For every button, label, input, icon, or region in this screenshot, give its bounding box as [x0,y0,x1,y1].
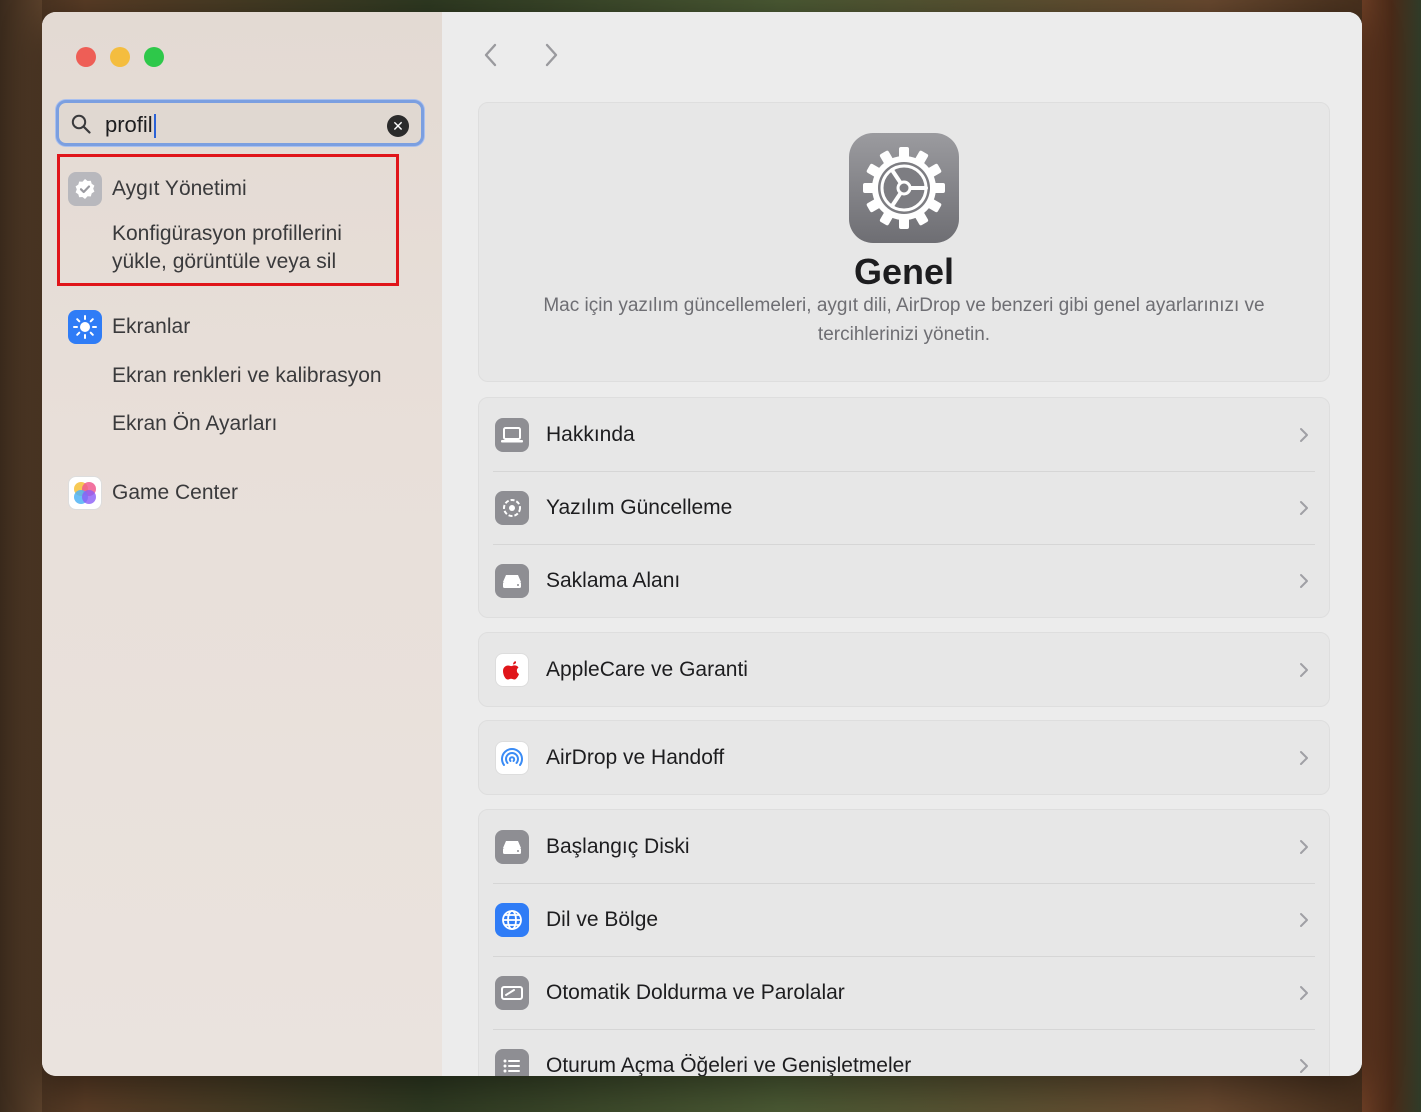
row-airdrop[interactable]: AirDrop ve Handoff [479,721,1329,794]
sidebar-item-displays[interactable]: Ekranlar [68,310,190,344]
back-chevron-icon[interactable] [476,40,506,70]
row-label: AirDrop ve Handoff [546,745,725,769]
page-description: Mac için yazılım güncellemeleri, aygıt d… [489,291,1319,349]
forward-chevron-icon[interactable] [536,40,566,70]
chevron-right-icon [1300,912,1308,927]
description-line: tercihlerinizi yönetin. [817,324,991,345]
row-label: Hakkında [546,422,635,446]
settings-window: profil ✕ Aygıt Yönetimi Konfigürasyon pr… [42,12,1362,1076]
gear-icon [849,133,959,243]
sidebar: profil ✕ Aygıt Yönetimi Konfigürasyon pr… [42,12,443,1076]
chevron-right-icon [1300,500,1308,515]
sun-icon [68,310,102,344]
row-label: Otomatik Doldurma ve Parolalar [546,980,845,1004]
row-startup-disk[interactable]: Başlangıç Diski [479,810,1329,883]
chevron-right-icon [1300,573,1308,588]
settings-group: Hakkında Yazılım Güncelleme Saklama Alan… [478,397,1330,618]
row-language-region[interactable]: Dil ve Bölge [479,883,1329,956]
row-software-update[interactable]: Yazılım Güncelleme [479,471,1329,544]
chevron-right-icon [1300,985,1308,1000]
checkmark-badge-icon [68,172,102,206]
settings-group: Başlangıç Diski Dil ve Bölge Otomatik Do… [478,809,1330,1076]
row-label: Dil ve Bölge [546,907,659,931]
search-input[interactable]: profil [105,112,156,139]
search-icon [71,114,91,134]
row-about[interactable]: Hakkında [479,398,1329,471]
sidebar-subitem-label: yükle, görüntüle veya sil [112,250,337,273]
chevron-right-icon [1300,839,1308,854]
row-label: Saklama Alanı [546,568,681,592]
game-center-icon [68,476,102,510]
zoom-window-button[interactable] [144,47,164,67]
background-tree [1362,0,1421,1112]
row-storage[interactable]: Saklama Alanı [479,544,1329,617]
chevron-right-icon [1300,1058,1308,1073]
row-label: Yazılım Güncelleme [546,495,733,519]
sidebar-subitem-color-calibration[interactable]: Ekran renkleri ve kalibrasyon [112,362,382,390]
drive-icon [495,829,529,864]
row-label: AppleCare ve Garanti [546,657,748,681]
gear-update-icon [495,490,529,525]
chevron-right-icon [1300,750,1308,765]
sidebar-subitem-profiles[interactable]: Konfigürasyon profillerini yükle, görünt… [112,220,342,276]
row-label: Oturum Açma Öğeleri ve Genişletmeler [546,1053,912,1077]
laptop-icon [495,417,529,452]
autofill-icon [495,975,529,1010]
search-field[interactable]: profil ✕ [56,100,424,146]
minimize-window-button[interactable] [110,47,130,67]
sidebar-subitem-display-presets[interactable]: Ekran Ön Ayarları [112,410,277,438]
sidebar-subitem-label: Konfigürasyon profillerini [112,222,342,245]
page-title: Genel [853,251,955,292]
sidebar-item-game-center[interactable]: Game Center [68,476,238,510]
chevron-right-icon [1300,662,1308,677]
chevron-right-icon [1300,427,1308,442]
row-label: Başlangıç Diski [546,834,690,858]
row-login-items[interactable]: Oturum Açma Öğeleri ve Genişletmeler [479,1029,1329,1076]
list-icon [495,1048,529,1076]
row-applecare[interactable]: AppleCare ve Garanti [479,633,1329,706]
globe-icon [495,902,529,937]
drive-icon [495,563,529,598]
airdrop-icon [495,740,529,775]
settings-group: AirDrop ve Handoff [478,720,1330,795]
row-autofill-passwords[interactable]: Otomatik Doldurma ve Parolalar [479,956,1329,1029]
close-window-button[interactable] [76,47,96,67]
sidebar-item-label: Game Center [112,481,239,504]
apple-icon [495,652,529,687]
general-header-card: Genel Mac için yazılım güncellemeleri, a… [478,102,1330,382]
clear-search-icon[interactable]: ✕ [387,115,409,137]
content-pane: Genel Mac için yazılım güncellemeleri, a… [442,12,1362,1076]
background-tree [0,0,42,1112]
settings-group: AppleCare ve Garanti [478,632,1330,707]
sidebar-item-device-management[interactable]: Aygıt Yönetimi [68,172,247,206]
description-line: Mac için yazılım güncellemeleri, aygıt d… [543,295,1265,316]
sidebar-item-label: Ekranlar [112,315,191,338]
sidebar-item-label: Aygıt Yönetimi [112,177,247,200]
